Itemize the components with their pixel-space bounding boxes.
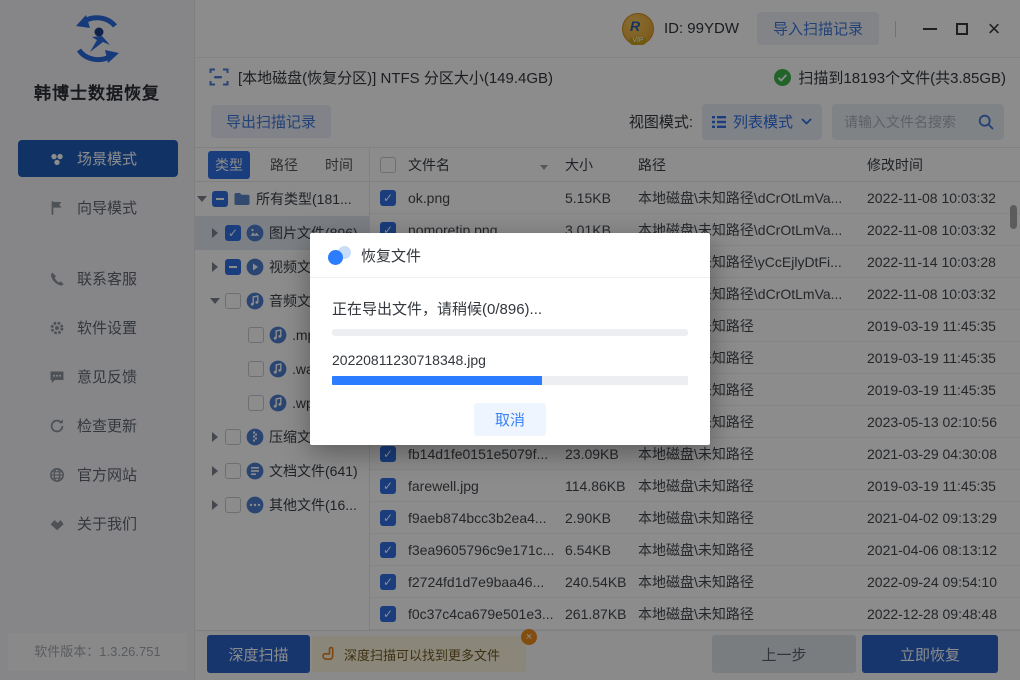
recover-files-modal: 恢复文件 正在导出文件，请稍候(0/896)... 20220811230718… bbox=[310, 233, 710, 445]
modal-header: 恢复文件 bbox=[310, 233, 710, 278]
app-window: 韩博士数据恢复 场景模式向导模式联系客服软件设置意见反馈检查更新官方网站关于我们… bbox=[0, 0, 1020, 680]
export-status-text: 正在导出文件，请稍候(0/896)... bbox=[332, 298, 688, 319]
recover-dot-icon bbox=[328, 246, 351, 265]
file-progress-bar bbox=[332, 376, 688, 385]
cancel-button[interactable]: 取消 bbox=[474, 403, 546, 436]
current-file-name: 20220811230718348.jpg bbox=[332, 352, 688, 368]
overall-progress-bar bbox=[332, 329, 688, 336]
modal-title: 恢复文件 bbox=[361, 245, 421, 266]
file-progress-fill bbox=[332, 376, 542, 385]
